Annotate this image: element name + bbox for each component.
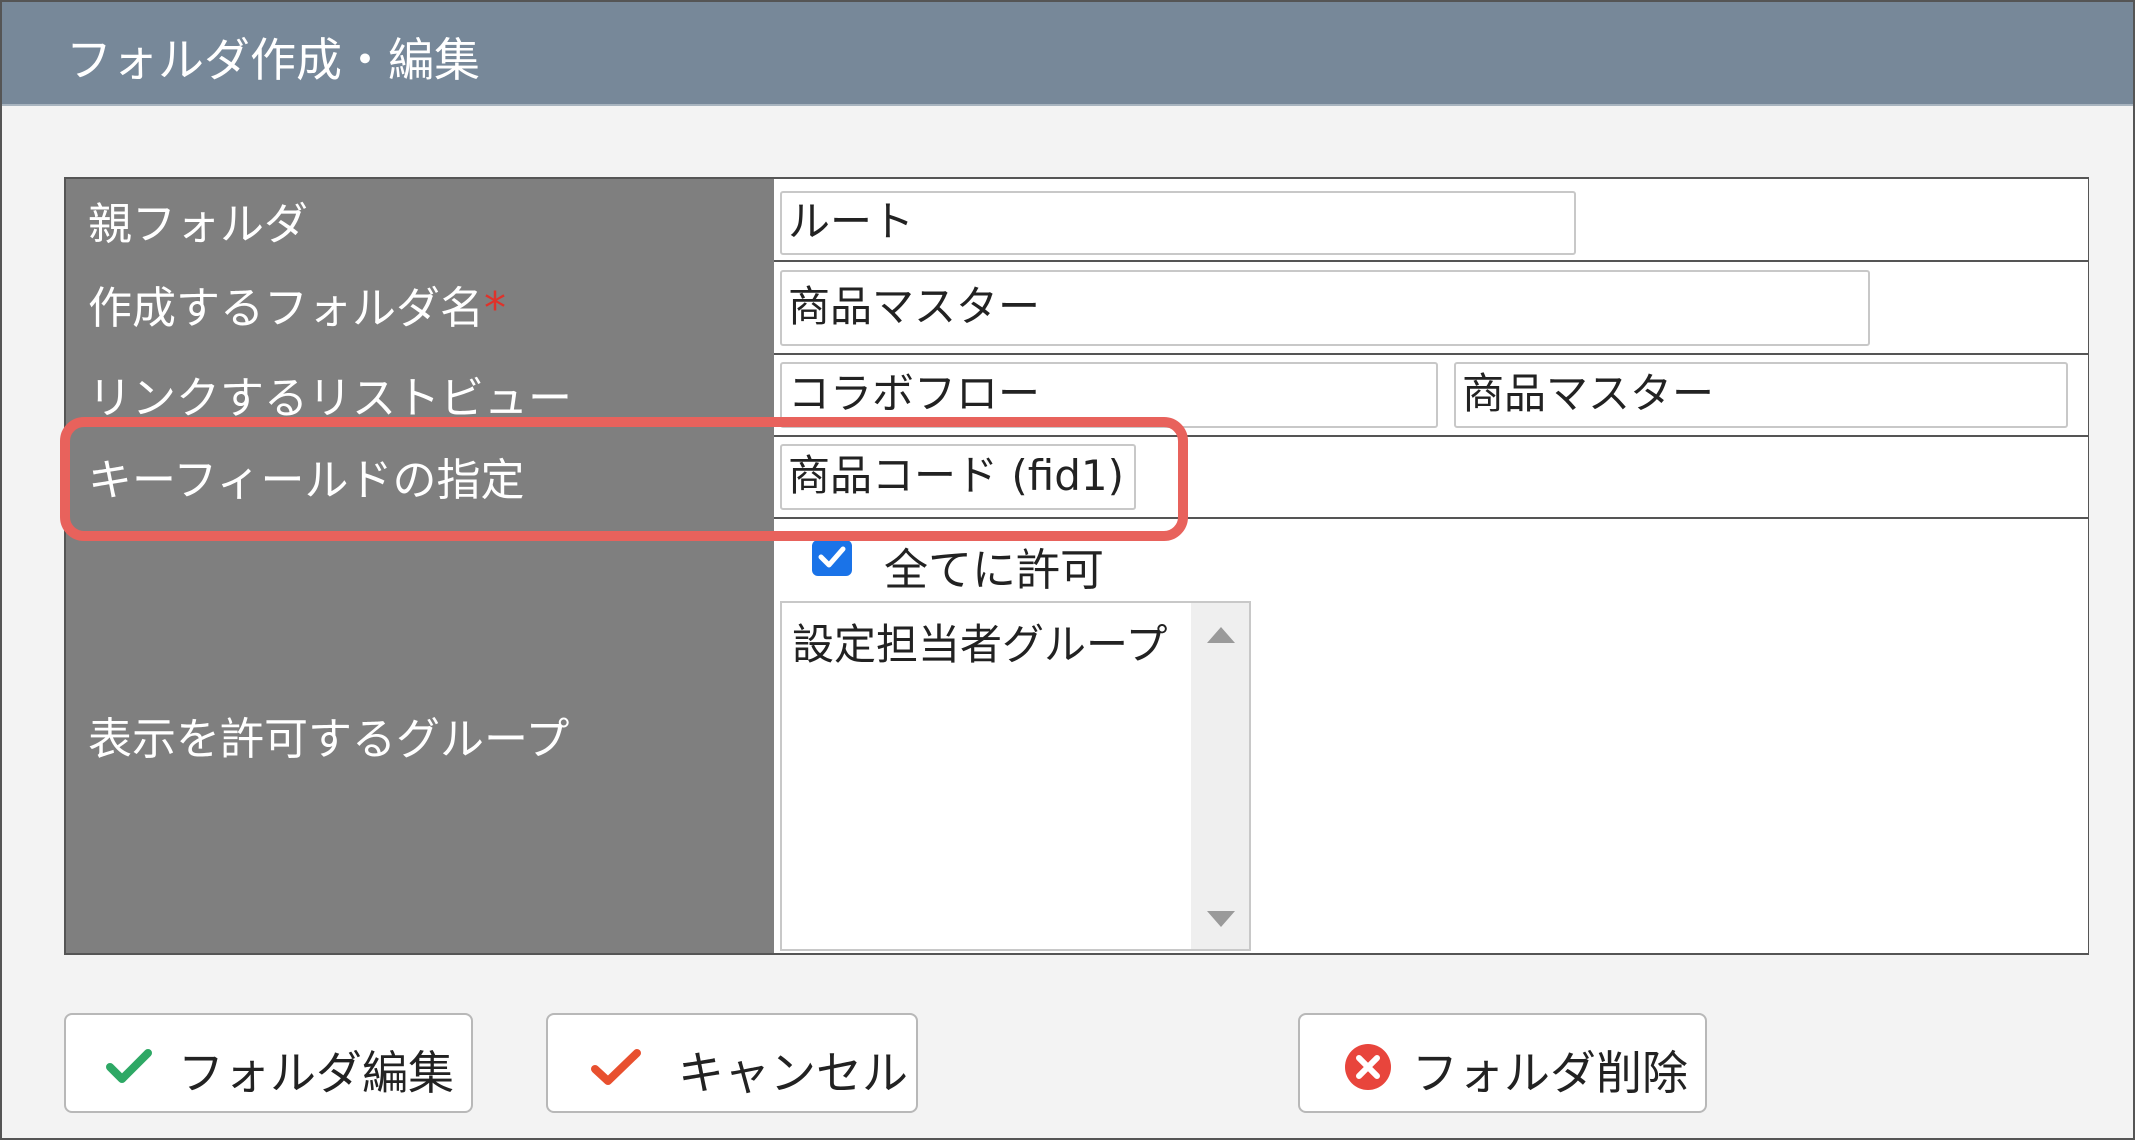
groups-listbox[interactable]: 設定担当者グループ: [780, 601, 1251, 951]
folder-name-input[interactable]: 商品マスター: [780, 270, 1870, 346]
parent-folder-input[interactable]: ルート: [780, 191, 1576, 255]
required-mark: *: [484, 283, 506, 334]
check-icon: [106, 1049, 152, 1083]
cancel-button[interactable]: キャンセル: [546, 1013, 918, 1113]
delete-folder-label: フォルダ削除: [1412, 1046, 1688, 1100]
parent-folder-label: 親フォルダ: [88, 199, 308, 250]
allowed-groups-label: 表示を許可するグループ: [88, 714, 570, 765]
edit-folder-button[interactable]: フォルダ編集: [64, 1013, 473, 1113]
dialog-title: フォルダ作成・編集: [66, 33, 480, 87]
checkmark-icon: [818, 546, 846, 568]
check-icon: [591, 1049, 641, 1085]
edit-folder-label: フォルダ編集: [178, 1046, 454, 1100]
delete-folder-button[interactable]: フォルダ削除: [1298, 1013, 1707, 1113]
listbox-scrollbar[interactable]: [1191, 603, 1249, 949]
scroll-up-icon[interactable]: [1207, 627, 1235, 643]
cancel-label: キャンセル: [678, 1046, 908, 1100]
scroll-down-icon[interactable]: [1207, 911, 1235, 927]
folder-name-label: 作成するフォルダ名*: [88, 283, 506, 334]
list-item[interactable]: 設定担当者グループ: [792, 611, 1167, 672]
allow-all-checkbox[interactable]: [812, 540, 852, 576]
delete-icon: [1345, 1044, 1391, 1090]
dialog-title-bar: フォルダ作成・編集: [2, 2, 2133, 106]
allow-all-label[interactable]: 全てに許可: [884, 534, 1104, 598]
highlight-annotation: [60, 417, 1188, 541]
linked-view-select[interactable]: 商品マスター: [1454, 362, 2068, 428]
